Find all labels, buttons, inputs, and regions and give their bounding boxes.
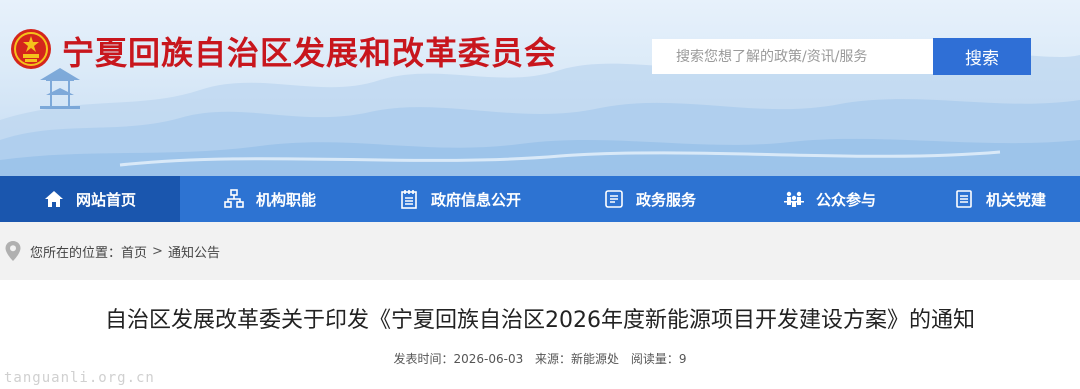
- article-source: 来源：新能源处: [535, 352, 620, 366]
- watermark-text: tanguanli.org.cn: [4, 370, 155, 386]
- nav-item-label: 政务服务: [635, 190, 696, 209]
- service-list-icon: [604, 189, 624, 209]
- nav-item-label: 公众参与: [815, 190, 876, 209]
- nav-item-label: 机构职能: [255, 190, 316, 209]
- nav-item-label: 政府信息公开: [430, 190, 521, 209]
- location-pin-icon: [5, 241, 21, 261]
- breadcrumb-home-link[interactable]: 首页: [121, 242, 147, 261]
- site-title[interactable]: 宁夏回族自治区发展和改革委员会: [62, 28, 557, 74]
- nav-item-home[interactable]: 网站首页: [0, 176, 180, 222]
- breadcrumb-separator: >: [152, 243, 163, 259]
- people-icon: [783, 189, 804, 209]
- article-meta: 发表时间：2026-06-03 来源：新能源处 阅读量：9: [0, 350, 1080, 367]
- nav-item-label: 网站首页: [75, 190, 136, 209]
- nav-item-info-disclosure[interactable]: 政府信息公开: [360, 176, 560, 222]
- article-panel: 自治区发展改革委关于印发《宁夏回族自治区2026年度新能源项目开发建设方案》的通…: [0, 280, 1080, 389]
- header-banner: 宁夏回族自治区发展和改革委员会 搜索: [0, 0, 1080, 176]
- document-list-icon: [399, 189, 419, 209]
- nav-item-party-building[interactable]: 机关党建: [920, 176, 1080, 222]
- breadcrumb-notices-link[interactable]: 通知公告: [168, 242, 220, 261]
- publish-date: 发表时间：2026-06-03: [393, 352, 524, 366]
- home-icon: [44, 189, 64, 209]
- mountain-scenery-image: [0, 54, 1080, 176]
- search-input[interactable]: [652, 39, 935, 74]
- article-title: 自治区发展改革委关于印发《宁夏回族自治区2026年度新能源项目开发建设方案》的通…: [105, 308, 975, 333]
- national-emblem-icon: [11, 29, 51, 69]
- search-button[interactable]: 搜索: [933, 38, 1031, 75]
- main-nav: 网站首页 机构职能 政府信息公开 政务服务 公众参与 机关党建: [0, 176, 1080, 222]
- org-chart-icon: [224, 189, 244, 209]
- breadcrumb-prefix: 您所在的位置：: [30, 245, 122, 261]
- nav-item-gov-services[interactable]: 政务服务: [560, 176, 740, 222]
- view-count: 阅读量：9: [630, 352, 687, 366]
- breadcrumb: 您所在的位置： 首页 > 通知公告: [0, 222, 1080, 280]
- notes-icon: [954, 189, 974, 209]
- nav-item-label: 机关党建: [985, 190, 1046, 209]
- nav-item-public-participation[interactable]: 公众参与: [740, 176, 920, 222]
- nav-item-organization[interactable]: 机构职能: [180, 176, 360, 222]
